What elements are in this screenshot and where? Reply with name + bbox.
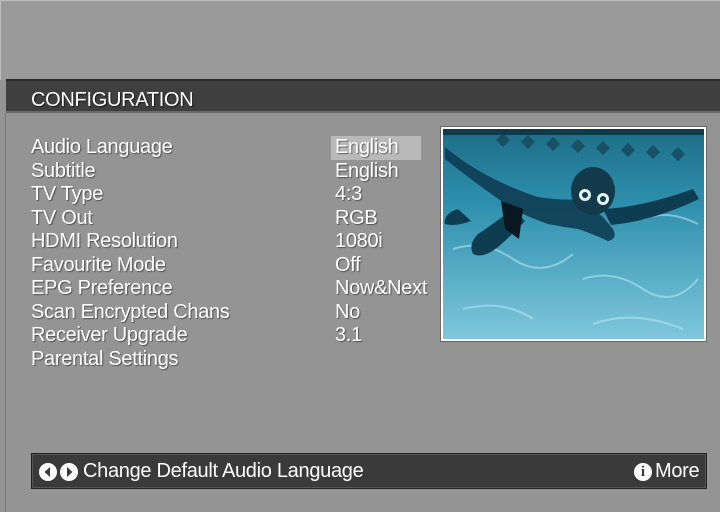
arrow-left-icon[interactable] [39, 463, 57, 481]
value-tv-type[interactable]: 4:3 [331, 183, 421, 207]
arrow-right-icon[interactable] [60, 463, 78, 481]
value-scan-encrypted-chans[interactable]: No [331, 301, 421, 325]
top-band [0, 0, 720, 80]
menu-item-epg-preference[interactable]: EPG Preference [31, 277, 230, 301]
menu-item-favourite-mode[interactable]: Favourite Mode [31, 254, 230, 278]
info-icon[interactable]: i [634, 463, 652, 481]
page-title: CONFIGURATION [31, 89, 194, 111]
title-bar: CONFIGURATION [6, 79, 720, 113]
video-preview [441, 127, 706, 341]
menu-item-parental-settings[interactable]: Parental Settings [31, 348, 230, 372]
left-divider [5, 113, 6, 512]
value-favourite-mode[interactable]: Off [331, 254, 421, 278]
menu-item-hdmi-resolution[interactable]: HDMI Resolution [31, 230, 230, 254]
more-button[interactable]: More [655, 460, 700, 483]
value-audio-language[interactable]: English [331, 136, 421, 160]
value-tv-out[interactable]: RGB [331, 207, 421, 231]
preview-image [443, 129, 704, 339]
menu-item-tv-out[interactable]: TV Out [31, 207, 230, 231]
value-receiver-upgrade[interactable]: 3.1 [331, 324, 421, 348]
settings-labels: Audio Language Subtitle TV Type TV Out H… [31, 136, 230, 371]
settings-values: English English 4:3 RGB 1080i Off Now&Ne… [331, 136, 427, 348]
menu-item-receiver-upgrade[interactable]: Receiver Upgrade [31, 324, 230, 348]
menu-item-scan-encrypted-chans[interactable]: Scan Encrypted Chans [31, 301, 230, 325]
help-bar: Change Default Audio Language i More [31, 453, 707, 489]
menu-item-tv-type[interactable]: TV Type [31, 183, 230, 207]
value-epg-preference[interactable]: Now&Next [331, 277, 427, 301]
value-subtitle[interactable]: English [331, 160, 421, 184]
value-hdmi-resolution[interactable]: 1080i [331, 230, 421, 254]
menu-item-audio-language[interactable]: Audio Language [31, 136, 230, 160]
help-text: Change Default Audio Language [83, 460, 364, 482]
menu-item-subtitle[interactable]: Subtitle [31, 160, 230, 184]
